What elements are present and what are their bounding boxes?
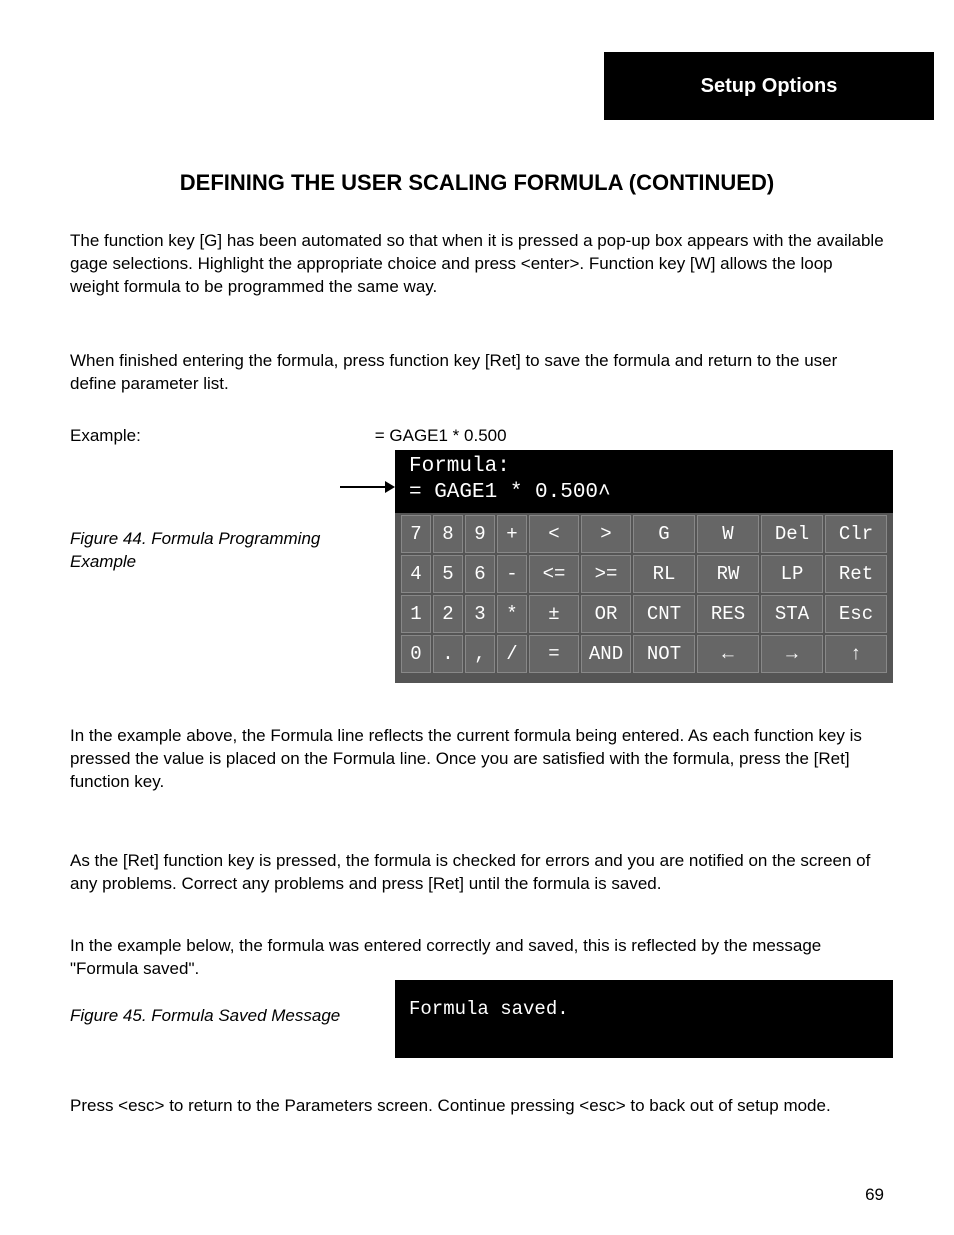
key-esc[interactable]: Esc xyxy=(825,595,887,633)
key-[interactable]: ← xyxy=(697,635,759,673)
formula-label: Formula: xyxy=(409,455,510,478)
key-[interactable]: , xyxy=(465,635,495,673)
formula-value: = GAGE1 * 0.500 xyxy=(409,481,598,504)
formula-keypad: 789+<>GWDelClr456-<=>=RLRWLPRet123*±ORCN… xyxy=(395,513,893,673)
key-4[interactable]: 4 xyxy=(401,555,431,593)
arrow-annotation xyxy=(340,480,395,494)
key-5[interactable]: 5 xyxy=(433,555,463,593)
paragraph-4: In the example above, the Formula line r… xyxy=(70,725,884,794)
key-[interactable]: + xyxy=(497,515,527,553)
key-2[interactable]: 2 xyxy=(433,595,463,633)
example-text: = GAGE1 * 0.500 xyxy=(375,426,507,445)
paragraph-5: As the [Ret] function key is pressed, th… xyxy=(70,850,884,896)
key-or[interactable]: OR xyxy=(581,595,631,633)
header-tab: Setup Options xyxy=(604,52,934,120)
key-lp[interactable]: LP xyxy=(761,555,823,593)
cursor-icon: ˄ xyxy=(598,481,611,504)
keypad-row: 789+<>GWDelClr xyxy=(401,515,887,553)
formula-display: Formula: = GAGE1 * 0.500˄ xyxy=(395,450,893,513)
page-title: DEFINING THE USER SCALING FORMULA (CONTI… xyxy=(70,170,884,196)
key-[interactable]: - xyxy=(497,555,527,593)
key-[interactable]: → xyxy=(761,635,823,673)
example-label: Example: xyxy=(70,425,370,448)
key-w[interactable]: W xyxy=(697,515,759,553)
key-6[interactable]: 6 xyxy=(465,555,495,593)
formula-saved-screenshot: Formula saved. xyxy=(395,980,893,1058)
example-line: Example: = GAGE1 * 0.500 xyxy=(70,425,884,448)
key-7[interactable]: 7 xyxy=(401,515,431,553)
key-[interactable]: > xyxy=(581,515,631,553)
key-cnt[interactable]: CNT xyxy=(633,595,695,633)
page-number: 69 xyxy=(865,1185,884,1205)
key-sta[interactable]: STA xyxy=(761,595,823,633)
key-[interactable]: >= xyxy=(581,555,631,593)
key-[interactable]: ± xyxy=(529,595,579,633)
key-[interactable]: * xyxy=(497,595,527,633)
key-8[interactable]: 8 xyxy=(433,515,463,553)
key-del[interactable]: Del xyxy=(761,515,823,553)
key-and[interactable]: AND xyxy=(581,635,631,673)
key-rw[interactable]: RW xyxy=(697,555,759,593)
key-clr[interactable]: Clr xyxy=(825,515,887,553)
key-9[interactable]: 9 xyxy=(465,515,495,553)
keypad-row: 0.,/=ANDNOT←→↑ xyxy=(401,635,887,673)
figure-45-caption: Figure 45. Formula Saved Message xyxy=(70,1005,370,1028)
key-[interactable]: <= xyxy=(529,555,579,593)
key-g[interactable]: G xyxy=(633,515,695,553)
key-0[interactable]: 0 xyxy=(401,635,431,673)
formula-saved-message: Formula saved. xyxy=(409,998,569,1020)
key-not[interactable]: NOT xyxy=(633,635,695,673)
paragraph-1: The function key [G] has been automated … xyxy=(70,230,884,299)
keypad-row: 456-<=>=RLRWLPRet xyxy=(401,555,887,593)
key-res[interactable]: RES xyxy=(697,595,759,633)
formula-editor-screenshot: Formula: = GAGE1 * 0.500˄ 789+<>GWDelClr… xyxy=(395,450,893,683)
paragraph-6: In the example below, the formula was en… xyxy=(70,935,884,981)
key-1[interactable]: 1 xyxy=(401,595,431,633)
key-[interactable]: = xyxy=(529,635,579,673)
figure-44-caption: Figure 44. Formula Programming Example xyxy=(70,528,370,574)
key-[interactable]: . xyxy=(433,635,463,673)
key-3[interactable]: 3 xyxy=(465,595,495,633)
paragraph-2: When finished entering the formula, pres… xyxy=(70,350,884,396)
key-rl[interactable]: RL xyxy=(633,555,695,593)
key-ret[interactable]: Ret xyxy=(825,555,887,593)
key-[interactable]: < xyxy=(529,515,579,553)
keypad-row: 123*±ORCNTRESSTAEsc xyxy=(401,595,887,633)
paragraph-7: Press <esc> to return to the Parameters … xyxy=(70,1095,884,1118)
key-[interactable]: ↑ xyxy=(825,635,887,673)
key-[interactable]: / xyxy=(497,635,527,673)
